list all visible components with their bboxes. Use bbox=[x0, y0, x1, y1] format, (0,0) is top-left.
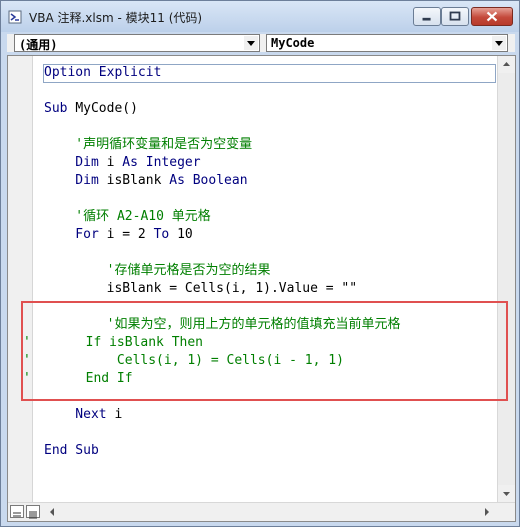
code-token: As Integer bbox=[122, 155, 201, 170]
procedure-combo-value: MyCode bbox=[271, 36, 315, 50]
code-token: '存储单元格是否为空的结果 bbox=[44, 263, 271, 278]
highlight-annotation-box bbox=[21, 301, 508, 401]
arrow-left-icon bbox=[50, 508, 54, 516]
code-token: i = 2 bbox=[106, 227, 154, 242]
code-area[interactable]: Option Explicit Sub MyCode() '声明循环变量和是否为空… bbox=[23, 56, 496, 502]
code-token: Sub bbox=[44, 101, 76, 116]
arrow-down-icon bbox=[503, 492, 510, 496]
code-token: For bbox=[44, 227, 107, 242]
chevron-down-icon[interactable] bbox=[244, 36, 258, 50]
scroll-up-button[interactable] bbox=[498, 56, 515, 73]
close-icon bbox=[486, 11, 498, 22]
object-combo-value: (通用) bbox=[19, 38, 58, 52]
code-token: i bbox=[114, 407, 123, 422]
code-token: '声明循环变量和是否为空变量 bbox=[44, 137, 253, 152]
full-module-view-button[interactable] bbox=[26, 505, 40, 519]
arrow-right-icon bbox=[485, 508, 489, 516]
chevron-down-icon[interactable] bbox=[492, 36, 506, 50]
code-token: Next bbox=[44, 407, 115, 422]
close-button[interactable] bbox=[471, 7, 513, 26]
vba-module-icon bbox=[8, 10, 22, 24]
title-bar[interactable]: VBA 注释.xlsm - 模块11 (代码) bbox=[1, 1, 519, 32]
code-token: To bbox=[153, 227, 178, 242]
arrow-up-icon bbox=[503, 62, 510, 66]
code-token: 10 bbox=[177, 227, 193, 242]
procedure-view-button[interactable] bbox=[10, 505, 24, 518]
code-line[interactable]: End Sub bbox=[44, 442, 99, 460]
maximize-button[interactable] bbox=[441, 7, 469, 26]
combo-toolbar: (通用) MyCode bbox=[7, 34, 515, 52]
object-combo[interactable]: (通用) bbox=[14, 34, 260, 52]
code-line[interactable]: Next i bbox=[44, 406, 122, 424]
code-token: Dim bbox=[44, 173, 107, 188]
code-token: isBlank bbox=[106, 173, 170, 188]
procedure-combo[interactable]: MyCode bbox=[266, 34, 508, 52]
code-token: End Sub bbox=[44, 443, 99, 458]
margin-indicator-bar[interactable] bbox=[8, 56, 33, 502]
code-token: isBlank = Cells(i, 1).Value = "" bbox=[44, 281, 358, 296]
code-token: MyCode() bbox=[75, 101, 138, 116]
minimize-icon bbox=[422, 17, 431, 21]
code-editor[interactable]: Option Explicit Sub MyCode() '声明循环变量和是否为空… bbox=[7, 55, 516, 522]
horizontal-scrollbar[interactable] bbox=[8, 502, 515, 521]
code-line[interactable]: '存储单元格是否为空的结果 bbox=[44, 262, 271, 280]
code-line[interactable]: '声明循环变量和是否为空变量 bbox=[44, 136, 252, 154]
vertical-scrollbar[interactable] bbox=[497, 56, 515, 502]
code-token: i bbox=[106, 155, 123, 170]
code-line[interactable]: For i = 2 To 10 bbox=[44, 226, 193, 244]
code-line[interactable]: Sub MyCode() bbox=[44, 100, 138, 118]
scroll-down-button[interactable] bbox=[498, 485, 515, 502]
code-token: '循环 A2-A10 单元格 bbox=[44, 209, 211, 224]
code-line[interactable]: Dim isBlank As Boolean bbox=[44, 172, 248, 190]
code-line[interactable]: isBlank = Cells(i, 1).Value = "" bbox=[44, 280, 357, 298]
full-module-view-icon bbox=[29, 511, 37, 519]
code-line[interactable]: Dim i As Integer bbox=[44, 154, 201, 172]
code-line[interactable]: Option Explicit bbox=[44, 64, 161, 82]
window-title: VBA 注释.xlsm - 模块11 (代码) bbox=[29, 11, 203, 25]
code-token: Dim bbox=[44, 155, 107, 170]
minimize-button[interactable] bbox=[413, 7, 441, 26]
scroll-left-button[interactable] bbox=[44, 504, 61, 521]
code-token: As Boolean bbox=[169, 173, 248, 188]
vba-code-window: VBA 注释.xlsm - 模块11 (代码) (通用) MyCode Opti… bbox=[0, 0, 520, 527]
scroll-right-button[interactable] bbox=[478, 504, 495, 521]
procedure-view-icon bbox=[13, 512, 21, 517]
maximize-icon bbox=[449, 11, 461, 21]
code-token: Option Explicit bbox=[44, 65, 162, 80]
code-line[interactable]: '循环 A2-A10 单元格 bbox=[44, 208, 211, 226]
